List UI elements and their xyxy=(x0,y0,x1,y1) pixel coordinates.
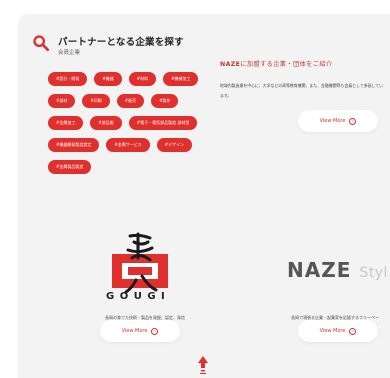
arrow-right-icon: › xyxy=(349,327,357,335)
naze-style-main: NAZE xyxy=(287,258,352,282)
tag-item[interactable]: #製作 xyxy=(151,94,179,108)
tag-item[interactable]: #金属加工 xyxy=(48,116,84,130)
naze-style-logo: NAZE Styl xyxy=(287,258,388,282)
naze-style-sub: Styl xyxy=(359,265,388,281)
tag-item[interactable]: #デザイン xyxy=(156,138,193,152)
naze-heading-text: に加盟する企業・団体をご紹介 xyxy=(240,61,333,68)
page-top-icon[interactable] xyxy=(197,354,209,378)
tag-item[interactable]: #電子・電気部品製造 部材型 xyxy=(128,116,198,130)
gougi-logo xyxy=(112,232,168,294)
naze-brand: NAZE xyxy=(220,61,241,68)
tag-item[interactable]: #設計・開発 xyxy=(48,72,88,86)
arrow-right-icon: › xyxy=(151,327,159,335)
view-more-label: View More xyxy=(319,118,346,124)
tag-item[interactable]: #金属サービス xyxy=(106,138,150,152)
view-more-label: View More xyxy=(121,328,148,334)
tag-item[interactable]: #金属製品製造 xyxy=(48,160,92,174)
tag-item[interactable]: #部材 xyxy=(48,94,76,108)
gougi-logo-text: GOUGI xyxy=(106,291,171,302)
view-more-label: View More xyxy=(319,328,346,334)
tag-item[interactable]: #機械加工 xyxy=(163,72,199,86)
naze-intro-heading: NAZEに加盟する企業・団体をご紹介 xyxy=(220,59,333,68)
arrow-right-icon: › xyxy=(349,117,357,125)
tag-item[interactable]: #印刷 xyxy=(82,94,110,108)
naze-view-more-button[interactable]: View More › xyxy=(298,110,378,132)
section-title: パートナーとなる企業を探す xyxy=(58,37,184,48)
gougi-view-more-button[interactable]: View More › xyxy=(100,320,180,342)
naze-intro-description: 地域内製造業を中心に、大学などの高等教育機関、また、金融機関等も会員として参画し… xyxy=(220,83,384,98)
tag-item[interactable]: #部品販 xyxy=(90,116,122,130)
tag-item[interactable]: #機器開発製造設定 xyxy=(48,138,100,152)
section-subtitle: 会員企業 xyxy=(58,50,81,56)
search-icon xyxy=(33,35,50,52)
tag-item[interactable]: #機器 xyxy=(94,72,122,86)
tag-item[interactable]: #販売 xyxy=(116,94,145,108)
tag-cloud: #設計・開発 #機器 #材料 #機械加工 #部材 #印刷 #販売 #製作 #金属… xyxy=(48,72,238,182)
naze-style-view-more-button[interactable]: View More › xyxy=(298,320,378,342)
tag-item[interactable]: #材料 xyxy=(128,72,157,86)
